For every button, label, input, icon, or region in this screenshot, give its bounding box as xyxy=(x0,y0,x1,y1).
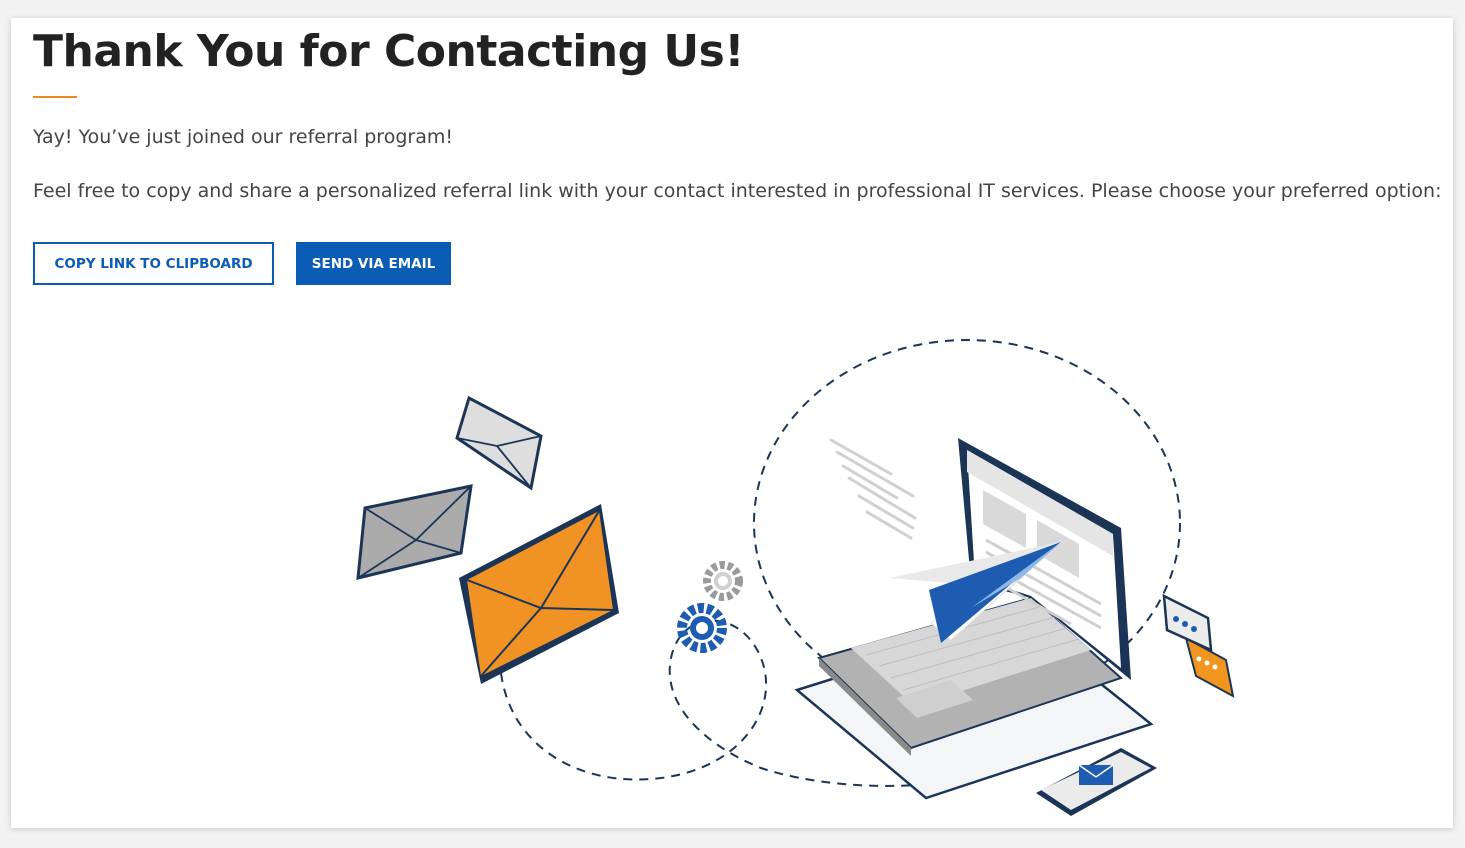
gear-icon xyxy=(677,561,743,653)
chat-bubble-icon xyxy=(1162,593,1235,698)
title-underline xyxy=(33,96,77,98)
phone-icon xyxy=(1036,748,1157,816)
referral-joined-message: Yay! You’ve just joined our referral pro… xyxy=(33,126,453,148)
copy-link-button[interactable]: COPY LINK TO CLIPBOARD xyxy=(33,242,274,285)
referral-illustration xyxy=(356,339,1235,816)
send-email-button[interactable]: SEND VIA EMAIL xyxy=(296,242,451,285)
envelope-icon xyxy=(356,395,619,684)
speed-lines xyxy=(829,438,917,540)
referral-instructions: Feel free to copy and share a personaliz… xyxy=(33,180,1442,202)
thank-you-card: Thank You for Contacting Us! Yay! You’ve… xyxy=(11,18,1453,828)
page-title: Thank You for Contacting Us! xyxy=(33,26,744,77)
